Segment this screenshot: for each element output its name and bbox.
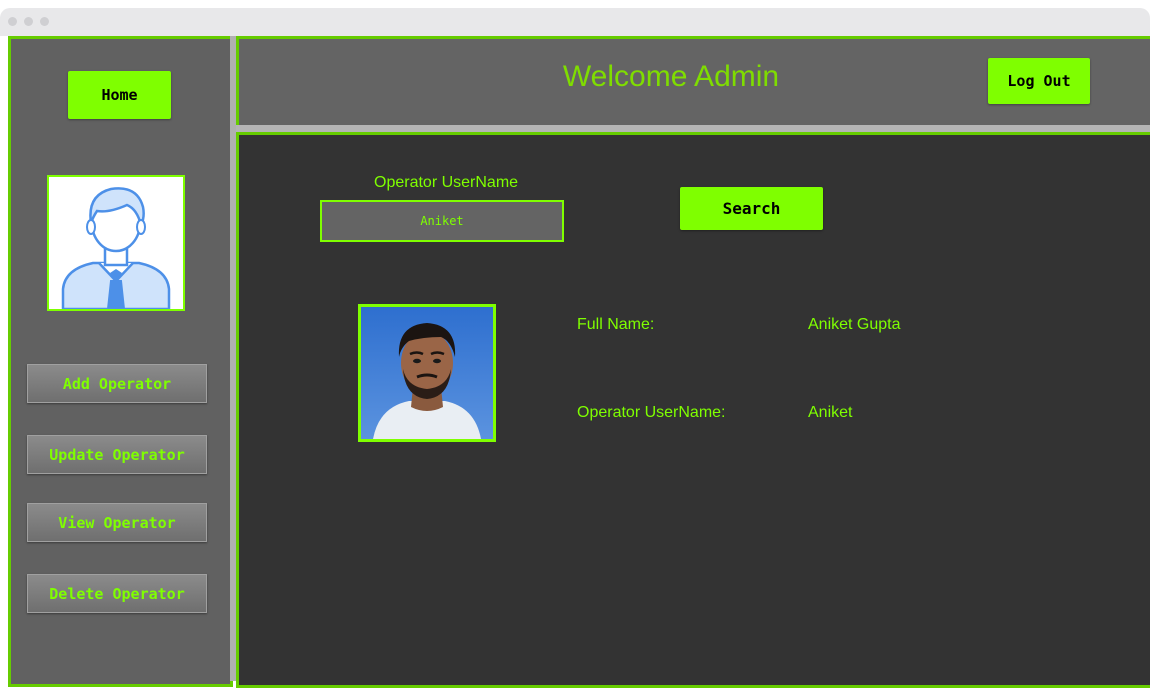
page-title: Welcome Admin [562, 60, 780, 93]
app-window: Home Add Operator Update Operator View O… [0, 0, 1150, 688]
zoom-window-button[interactable] [40, 17, 49, 26]
search-button[interactable]: Search [680, 187, 823, 230]
logout-button[interactable]: Log Out [988, 58, 1090, 104]
minimize-window-button[interactable] [24, 17, 33, 26]
search-label: Operator UserName [374, 174, 519, 191]
operator-portrait-image [361, 307, 493, 439]
operator-username-input[interactable]: Aniket [320, 200, 564, 242]
full-name-value: Aniket Gupta [808, 316, 901, 333]
user-avatar-icon [61, 187, 171, 311]
home-button[interactable]: Home [68, 71, 171, 119]
admin-avatar [47, 175, 185, 311]
close-window-button[interactable] [8, 17, 17, 26]
window-titlebar [0, 8, 1150, 36]
operator-username-value: Aniket [808, 404, 853, 421]
add-operator-button[interactable]: Add Operator [27, 364, 207, 403]
operator-photo [358, 304, 496, 442]
full-name-label: Full Name: [577, 316, 655, 333]
delete-operator-button[interactable]: Delete Operator [27, 574, 207, 613]
view-operator-button[interactable]: View Operator [27, 503, 207, 542]
operator-username-label: Operator UserName: [577, 404, 726, 421]
update-operator-button[interactable]: Update Operator [27, 435, 207, 474]
